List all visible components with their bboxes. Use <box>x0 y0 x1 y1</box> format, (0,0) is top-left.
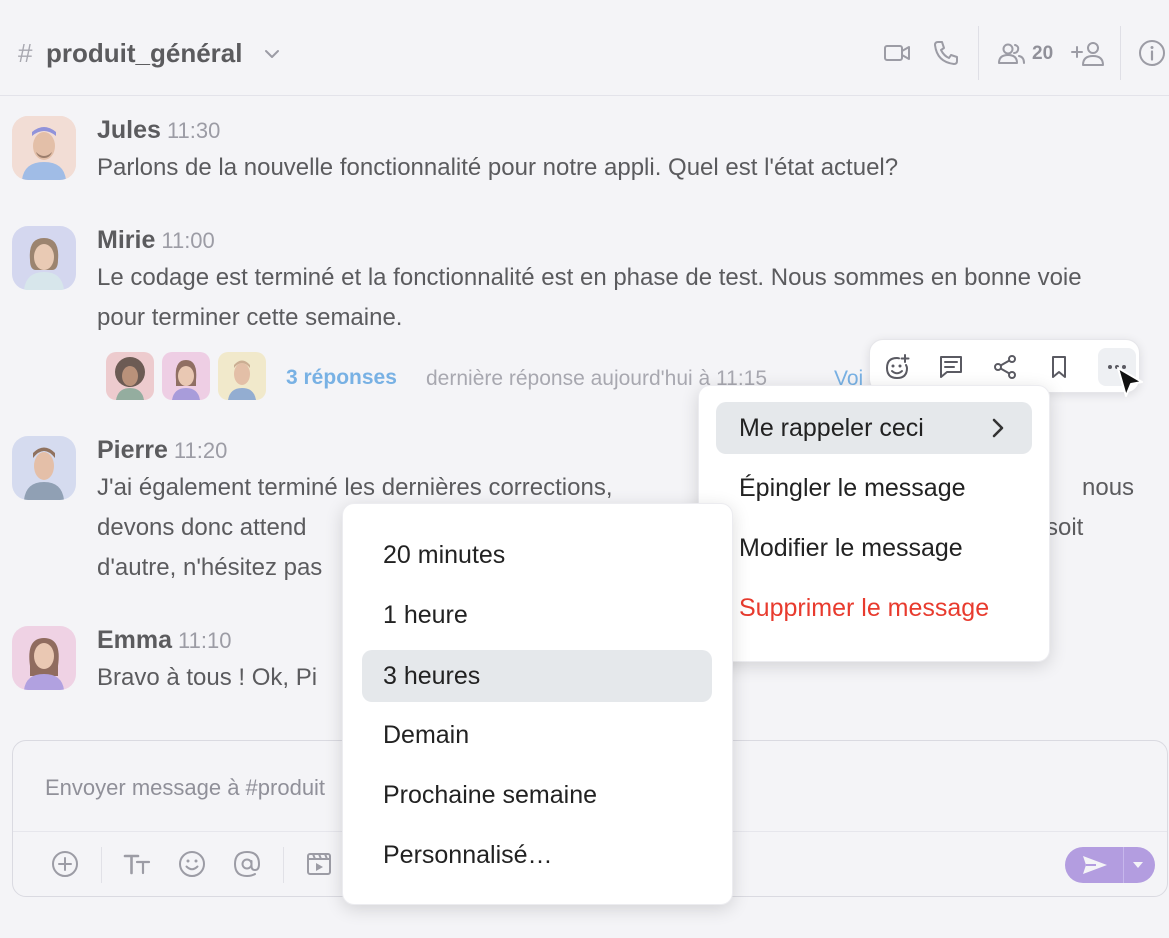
menu-item-pin[interactable]: Épingler le message <box>716 462 1032 514</box>
mouse-cursor-icon <box>1117 367 1143 397</box>
bookmark-icon[interactable] <box>1045 353 1073 381</box>
reply-thread-icon[interactable] <box>937 353 965 381</box>
menu-item-remind-me[interactable]: Me rappeler ceci <box>716 402 1032 454</box>
chat-window: # produit_général 20 Jules 11:30 Parlons… <box>0 0 1169 938</box>
reminder-option-label: Prochaine semaine <box>383 781 598 809</box>
menu-item-label: Me rappeler ceci <box>739 414 924 442</box>
reminder-option-label: 20 minutes <box>383 541 506 569</box>
reminder-option[interactable]: Personnalisé… <box>362 829 712 881</box>
reminder-option[interactable]: 3 heures <box>362 650 712 702</box>
message-context-menu: Me rappeler ceci Épingler le message Mod… <box>698 385 1050 662</box>
menu-item-edit[interactable]: Modifier le message <box>716 522 1032 574</box>
reminder-option[interactable]: 1 heure <box>362 589 712 641</box>
reminder-submenu: 20 minutes 1 heure 3 heures Demain Proch… <box>342 503 733 905</box>
menu-item-label: Épingler le message <box>739 474 966 502</box>
reminder-option[interactable]: Demain <box>362 709 712 761</box>
reminder-option[interactable]: Prochaine semaine <box>362 769 712 821</box>
reminder-option-label: Demain <box>383 721 470 749</box>
add-reaction-icon[interactable] <box>883 353 911 381</box>
reminder-option-label: 3 heures <box>383 662 481 690</box>
menu-item-delete[interactable]: Supprimer le message <box>716 582 1032 634</box>
reminder-option[interactable]: 20 minutes <box>362 529 712 581</box>
reminder-option-label: Personnalisé… <box>383 841 553 869</box>
chevron-right-icon <box>992 418 1004 438</box>
menu-item-label: Modifier le message <box>739 534 963 562</box>
menu-item-label: Supprimer le message <box>739 594 990 622</box>
share-icon[interactable] <box>991 353 1019 381</box>
reminder-option-label: 1 heure <box>383 601 468 629</box>
